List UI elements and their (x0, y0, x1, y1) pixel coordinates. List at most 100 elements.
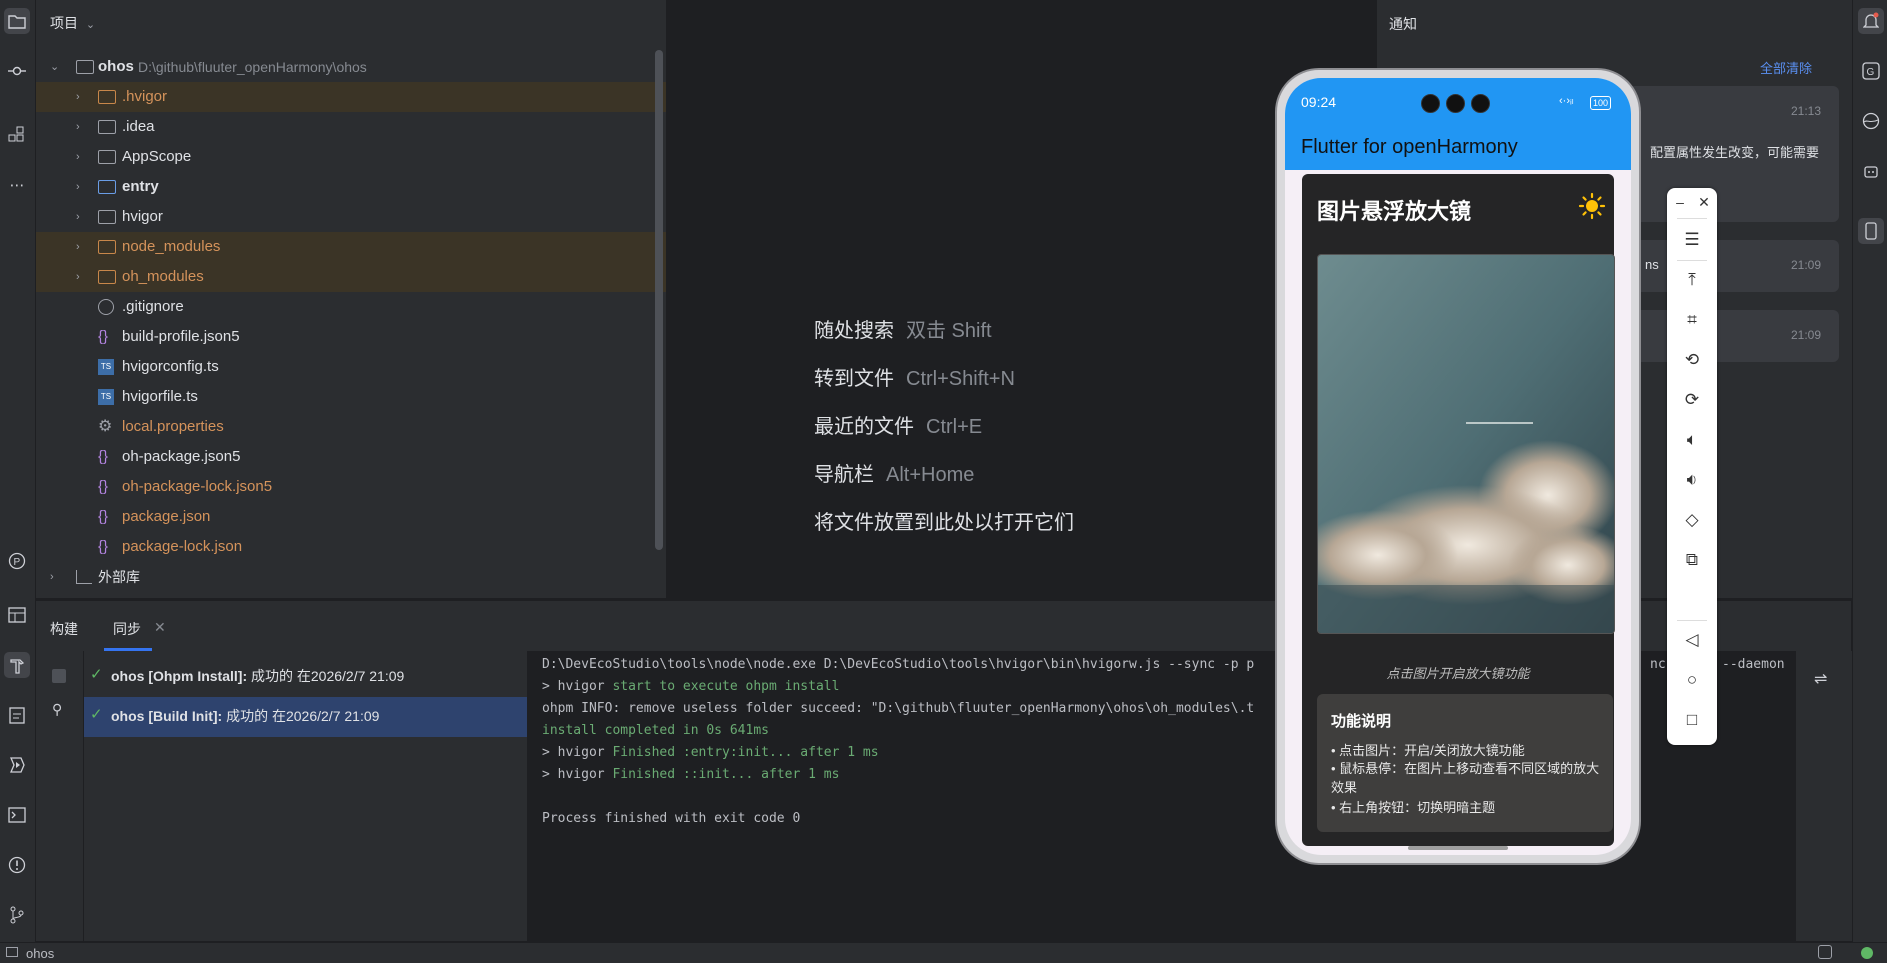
info-item: • 右上角按钮：切换明暗主题 (1331, 800, 1496, 815)
fold-device-icon[interactable]: ◇ (1667, 510, 1717, 530)
tree-item-build-profile[interactable]: {} build-profile.json5 (36, 322, 666, 352)
tree-item-hvigor-hidden[interactable]: › .hvigor (36, 82, 666, 112)
folder-icon (98, 210, 116, 224)
volume-down-icon[interactable]: 🔉︎ (1667, 470, 1717, 490)
back-icon[interactable]: ◁ (1667, 630, 1717, 650)
menu-icon[interactable]: ☰ (1667, 230, 1717, 250)
wave-icon[interactable] (1858, 108, 1884, 134)
project-scrollbar[interactable] (655, 50, 663, 550)
library-icon (76, 570, 92, 584)
plugin-icon[interactable]: P (4, 548, 30, 574)
g-assistant-icon[interactable] (1818, 945, 1832, 959)
folder-icon (98, 270, 116, 284)
pin-icon[interactable]: ⚲ (52, 701, 62, 718)
build-item-build-init[interactable]: ✓ ohos [Build Init]: 成功的 在2026/2/7 21:09 (84, 697, 527, 737)
crop-screenshot-icon[interactable]: ⌗ (1667, 310, 1717, 330)
chevron-right-icon[interactable]: › (76, 82, 88, 112)
tree-item-label: build-profile.json5 (122, 328, 240, 345)
tab-build[interactable]: 构建 (50, 619, 78, 639)
tree-item-oh-package[interactable]: {} oh-package.json5 (36, 442, 666, 472)
phone-screen[interactable]: 09:24 ‹·›ᵢₗ 100 Flutter for openHarmony … (1285, 78, 1631, 855)
tab-sync[interactable]: 同步 (113, 619, 141, 639)
sky-cloud-image[interactable] (1317, 254, 1615, 634)
tree-item-package-json[interactable]: {} package.json (36, 502, 666, 532)
project-view-selector[interactable]: 项目 ⌄ (50, 13, 95, 33)
tree-root-ohos[interactable]: ⌄ ohos D:\github\fluuter_openHarmony\oho… (36, 52, 666, 82)
stop-icon[interactable] (52, 669, 66, 683)
hint-drop-files: 将文件放置到此处以打开它们 (814, 512, 1074, 534)
home-icon[interactable]: ○ (1667, 670, 1717, 690)
status-bar: ohos (0, 942, 1887, 963)
chevron-right-icon[interactable]: › (76, 232, 88, 262)
tree-item-gitignore[interactable]: .gitignore (36, 292, 666, 322)
phone-emulator: 09:24 ‹·›ᵢₗ 100 Flutter for openHarmony … (1275, 68, 1641, 865)
tree-item-idea[interactable]: › .idea (36, 112, 666, 142)
tree-item-oh-modules[interactable]: › oh_modules (36, 262, 666, 292)
tree-item-entry[interactable]: › entry (36, 172, 666, 202)
soft-wrap-icon[interactable]: ⇌ (1814, 669, 1827, 689)
bell-icon[interactable] (1858, 8, 1884, 34)
close-icon[interactable]: ✕ (154, 619, 166, 636)
tree-item-external-libraries[interactable]: › 外部库 (36, 562, 666, 592)
robot-icon[interactable] (1858, 158, 1884, 184)
tree-item-appscope[interactable]: › AppScope (36, 142, 666, 172)
tree-item-label: entry (122, 178, 159, 195)
console-line: > hvigor Finished ::init... after 1 ms (542, 767, 840, 782)
tree-item-package-lock[interactable]: {} package-lock.json (36, 532, 666, 562)
rotate-right-icon[interactable]: ⟳ (1667, 390, 1717, 410)
sun-icon[interactable] (1578, 192, 1606, 220)
build-hammer-icon[interactable] (4, 652, 30, 678)
console-line: > hvigor Finished :entry:init... after 1… (542, 745, 879, 760)
project-header-label: 项目 (50, 15, 78, 31)
hint-recent-files: 最近的文件 Ctrl+E (814, 416, 983, 438)
chevron-right-icon[interactable]: › (76, 262, 88, 292)
run-services-icon[interactable] (4, 752, 30, 778)
json-file-icon: {} (98, 478, 109, 495)
commit-icon[interactable] (4, 58, 30, 84)
build-title: ohos [Build Init]: (111, 708, 223, 724)
chevron-down-icon[interactable]: ⌄ (50, 52, 62, 82)
build-item-ohpm-install[interactable]: ✓ ohos [Ohpm Install]: 成功的 在2026/2/7 21:… (84, 657, 527, 697)
terminal-icon[interactable] (4, 802, 30, 828)
notification-text: 配置属性发生改变，可能需要 (1649, 145, 1819, 160)
git-icon[interactable] (4, 902, 30, 928)
chevron-right-icon[interactable]: › (76, 172, 88, 202)
tree-item-oh-package-lock[interactable]: {} oh-package-lock.json5 (36, 472, 666, 502)
multi-device-icon[interactable]: ⧉ (1667, 550, 1717, 570)
layout-icon[interactable] (4, 602, 30, 628)
g-assistant-icon[interactable]: G (1858, 58, 1884, 84)
breadcrumb-project[interactable]: ohos (26, 946, 54, 961)
more-icon[interactable]: ⋯ (4, 172, 30, 198)
device-manager-icon[interactable] (1858, 218, 1884, 244)
typescript-file-icon: TS (98, 359, 114, 375)
json-file-icon: {} (98, 508, 109, 525)
tree-item-label: hvigorfile.ts (122, 388, 198, 405)
close-icon[interactable]: ✕ (1679, 194, 1729, 211)
notification-time: 21:09 (1790, 328, 1821, 342)
tree-item-label: package.json (122, 508, 211, 525)
toolbar-divider (1677, 260, 1707, 261)
info-title: 功能说明 (1331, 713, 1392, 730)
pin-top-icon[interactable]: ⤒ (1667, 270, 1717, 290)
problems-icon[interactable] (4, 852, 30, 878)
folder-icon[interactable] (4, 8, 30, 34)
tree-item-local-properties[interactable]: ⚙ local.properties (36, 412, 666, 442)
todo-icon[interactable] (4, 702, 30, 728)
chevron-right-icon[interactable]: › (76, 202, 88, 232)
chevron-right-icon[interactable]: › (76, 112, 88, 142)
tree-item-hvigorfile[interactable]: TS hvigorfile.ts (36, 382, 666, 412)
module-folder-icon (76, 60, 94, 74)
tree-item-node-modules[interactable]: › node_modules (36, 232, 666, 262)
chevron-right-icon[interactable]: › (50, 562, 62, 592)
home-indicator (1408, 846, 1508, 850)
tree-item-label: hvigor (122, 208, 163, 225)
recents-icon[interactable]: □ (1667, 710, 1717, 730)
tree-item-hvigor[interactable]: › hvigor (36, 202, 666, 232)
structure-icon[interactable] (4, 122, 30, 148)
clear-all-link[interactable]: 全部清除 (1760, 58, 1812, 77)
rotate-icon[interactable]: ⟲ (1667, 350, 1717, 370)
tree-item-hvigorconfig[interactable]: TS hvigorconfig.ts (36, 352, 666, 382)
ignore-icon (98, 299, 114, 315)
chevron-right-icon[interactable]: › (76, 142, 88, 172)
volume-up-icon[interactable]: 🔈︎ (1667, 430, 1717, 450)
